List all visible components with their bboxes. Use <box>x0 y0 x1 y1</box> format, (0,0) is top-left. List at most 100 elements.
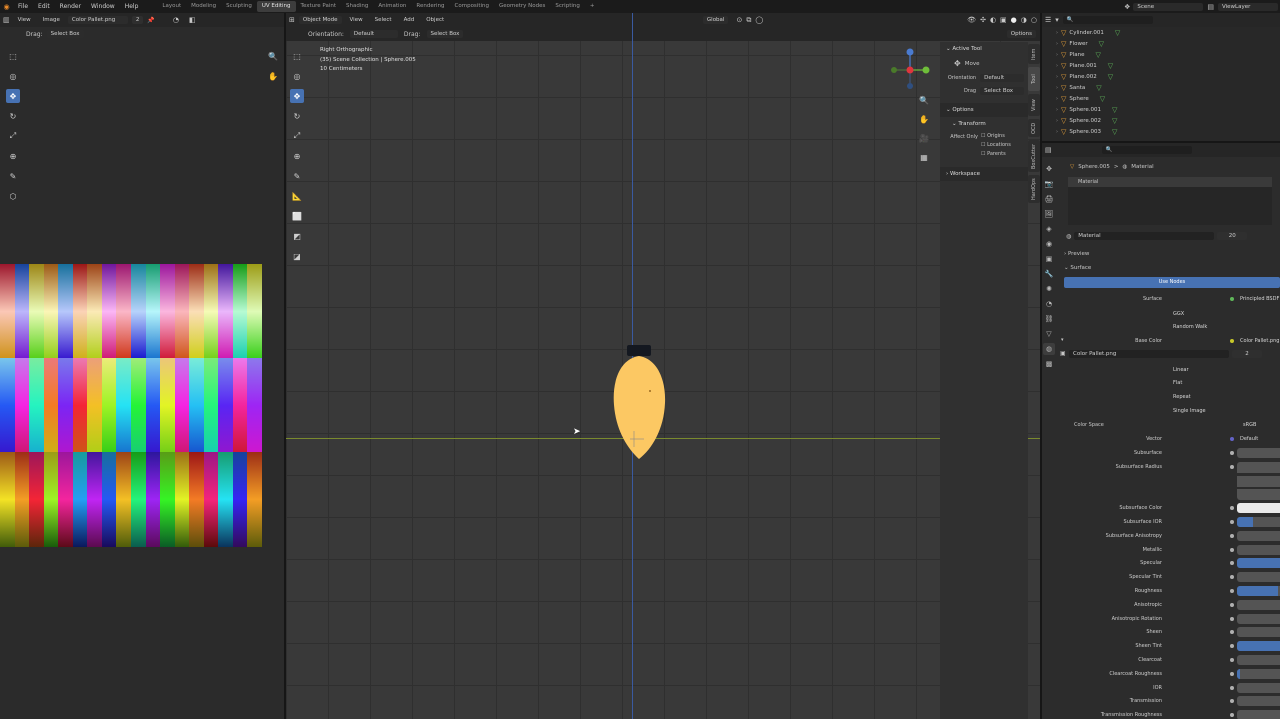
ortho-toggle-icon[interactable]: ▦ <box>917 150 931 164</box>
material-browse-icon[interactable]: ◍ <box>1066 233 1071 240</box>
object-props-icon[interactable]: ▣ <box>1043 253 1055 265</box>
sample-tool-icon[interactable]: ⬡ <box>6 189 20 203</box>
modifier-icon[interactable]: ▽ <box>1112 117 1117 125</box>
menu-window[interactable]: Window <box>86 3 120 10</box>
sidebar-tab-view[interactable]: View <box>1028 94 1040 116</box>
modifier-icon[interactable]: ▽ <box>1099 40 1104 48</box>
physics-props-icon[interactable]: ◔ <box>1043 298 1055 310</box>
expand-arrow-icon[interactable]: › <box>1056 85 1058 91</box>
menu-render[interactable]: Render <box>55 3 86 10</box>
workspace-tab-modeling[interactable]: Modeling <box>186 1 221 12</box>
param-field[interactable]: 0.500 <box>1237 558 1280 569</box>
image-browse-icon[interactable]: ▣ <box>1060 350 1066 357</box>
expand-arrow-icon[interactable]: › <box>1056 63 1058 69</box>
pan-hand-icon[interactable]: ✋ <box>266 69 280 83</box>
workspace-tab-sculpting[interactable]: Sculpting <box>221 1 257 12</box>
orientation-select[interactable]: Default <box>349 30 398 38</box>
shading-rendered-icon[interactable]: ○ <box>1031 16 1037 24</box>
subsurface-method-select[interactable]: Random Walk <box>1170 322 1273 332</box>
proportional-edit-icon[interactable]: ◯ <box>755 16 763 24</box>
param-field[interactable]: 0.100 <box>1237 489 1280 501</box>
expand-arrow-icon[interactable]: › <box>1056 107 1058 113</box>
param-field[interactable]: 1.400 <box>1237 516 1280 527</box>
param-field[interactable] <box>1237 503 1280 514</box>
color-space-select[interactable]: sRGB <box>1240 420 1280 430</box>
workspace-section-header[interactable]: › Workspace <box>940 167 1028 181</box>
surface-shader-field[interactable]: Principled BSDF <box>1237 294 1280 304</box>
preview-panel-header[interactable]: › Preview <box>1060 247 1280 261</box>
base-color-field[interactable]: Color Pallet.png <box>1237 336 1280 346</box>
image-users-count[interactable]: 2 <box>131 16 144 24</box>
outliner-item[interactable]: › ▽ Flower ▽ <box>1042 38 1280 49</box>
locations-checkbox[interactable]: ☐ Locations <box>981 142 1011 148</box>
options-dropdown[interactable]: Options <box>1006 30 1036 38</box>
param-field[interactable]: 0.500 <box>1237 641 1280 652</box>
scene-selector[interactable]: Scene <box>1133 2 1204 11</box>
workspace-tab-uv-editing[interactable]: UV Editing <box>256 1 296 12</box>
modifier-icon[interactable]: ▽ <box>1100 95 1105 103</box>
menu-viewport-select[interactable]: Select <box>371 16 396 24</box>
vp-rotate-tool-icon[interactable]: ↻ <box>290 109 304 123</box>
vp-scale-tool-icon[interactable]: ⤢ <box>290 129 304 143</box>
workspace-tab-rendering[interactable]: Rendering <box>411 1 449 12</box>
sidebar-tab-ocd[interactable]: OCD <box>1028 119 1040 137</box>
image-name-field[interactable]: Color Pallet.png <box>1069 350 1229 358</box>
particles-props-icon[interactable]: ✺ <box>1043 283 1055 295</box>
overlays-icon[interactable]: ◐ <box>990 16 996 24</box>
render-props-icon[interactable]: 📷 <box>1043 178 1055 190</box>
bulb-body[interactable] <box>613 356 666 459</box>
base-color-collapse-icon[interactable]: ▾ <box>1061 337 1064 343</box>
material-users-count[interactable]: 20 <box>1217 232 1248 240</box>
mode-selector[interactable]: Object Mode <box>298 16 342 24</box>
data-props-icon[interactable]: ▽ <box>1043 328 1055 340</box>
param-field[interactable]: 0.000 <box>1237 544 1280 555</box>
pin-icon[interactable]: 📌 <box>147 17 154 24</box>
pivot-point-icon[interactable]: ⊙ <box>736 16 742 24</box>
vector-field[interactable]: Default <box>1237 434 1280 444</box>
use-nodes-button[interactable]: Use Nodes <box>1064 277 1280 288</box>
workspace-tab-shading[interactable]: Shading <box>341 1 373 12</box>
vp-add-cube-tool-icon[interactable]: ⬜ <box>290 209 304 223</box>
vp-zoom-icon[interactable]: 🔍 <box>917 93 931 107</box>
workspace-tab-texture-paint[interactable]: Texture Paint <box>296 1 342 12</box>
modifier-props-icon[interactable]: 🔧 <box>1043 268 1055 280</box>
modifier-icon[interactable]: ▽ <box>1095 51 1100 59</box>
projection-select[interactable]: Flat <box>1170 378 1273 388</box>
modifier-icon[interactable]: ▽ <box>1096 84 1101 92</box>
param-field[interactable]: 1.000 <box>1237 461 1280 473</box>
vp-boxcutter-tool-icon[interactable]: ◩ <box>290 229 304 243</box>
scale-tool-icon[interactable]: ⤢ <box>6 129 20 143</box>
interpolation-select[interactable]: Linear <box>1170 365 1273 375</box>
add-workspace-button[interactable]: + <box>585 1 600 12</box>
param-field[interactable]: 0.000 <box>1237 613 1280 624</box>
workspace-tab-compositing[interactable]: Compositing <box>450 1 494 12</box>
vp-annotate-tool-icon[interactable]: ✎ <box>290 169 304 183</box>
outliner-item[interactable]: › ▽ Sphere ▽ <box>1042 93 1280 104</box>
vp-move-tool-icon[interactable]: ✥ <box>290 89 304 103</box>
properties-editor-icon[interactable]: ▤ <box>1045 146 1052 154</box>
modifier-icon[interactable]: ▽ <box>1108 62 1113 70</box>
snap-icon[interactable]: ⧉ <box>746 16 751 25</box>
sidebar-tab-boxcutter[interactable]: BoxCutter <box>1028 140 1040 172</box>
workspace-tab-animation[interactable]: Animation <box>373 1 411 12</box>
param-field[interactable]: 0.030 <box>1237 668 1280 679</box>
menu-file[interactable]: File <box>13 3 33 10</box>
texture-props-icon[interactable]: ▩ <box>1043 358 1055 370</box>
param-field[interactable]: 0.000 <box>1237 448 1280 458</box>
display-channels-icon[interactable]: ◧ <box>189 16 196 24</box>
properties-search-input[interactable]: 🔍 <box>1101 146 1192 154</box>
menu-viewport-object[interactable]: Object <box>422 16 448 24</box>
outliner-search-input[interactable]: 🔍 <box>1062 16 1153 24</box>
param-field[interactable]: 0.000 <box>1237 599 1280 610</box>
image-browse-field[interactable]: Color Pallet.png <box>67 16 128 24</box>
modifier-icon[interactable]: ▽ <box>1112 128 1117 136</box>
scene-props-icon[interactable]: ◈ <box>1043 223 1055 235</box>
menu-edit[interactable]: Edit <box>33 3 55 10</box>
outliner-item[interactable]: › ▽ Plane.001 ▽ <box>1042 60 1280 71</box>
outliner-editor-icon[interactable]: ☰ <box>1045 16 1051 24</box>
vp-cursor-tool-icon[interactable]: ◎ <box>290 69 304 83</box>
menu-viewport-add[interactable]: Add <box>400 16 419 24</box>
options-section-header[interactable]: ⌄ Options <box>940 103 1028 117</box>
output-props-icon[interactable]: 🖨 <box>1043 193 1055 205</box>
display-mode-icon[interactable]: ▾ <box>1055 16 1059 24</box>
